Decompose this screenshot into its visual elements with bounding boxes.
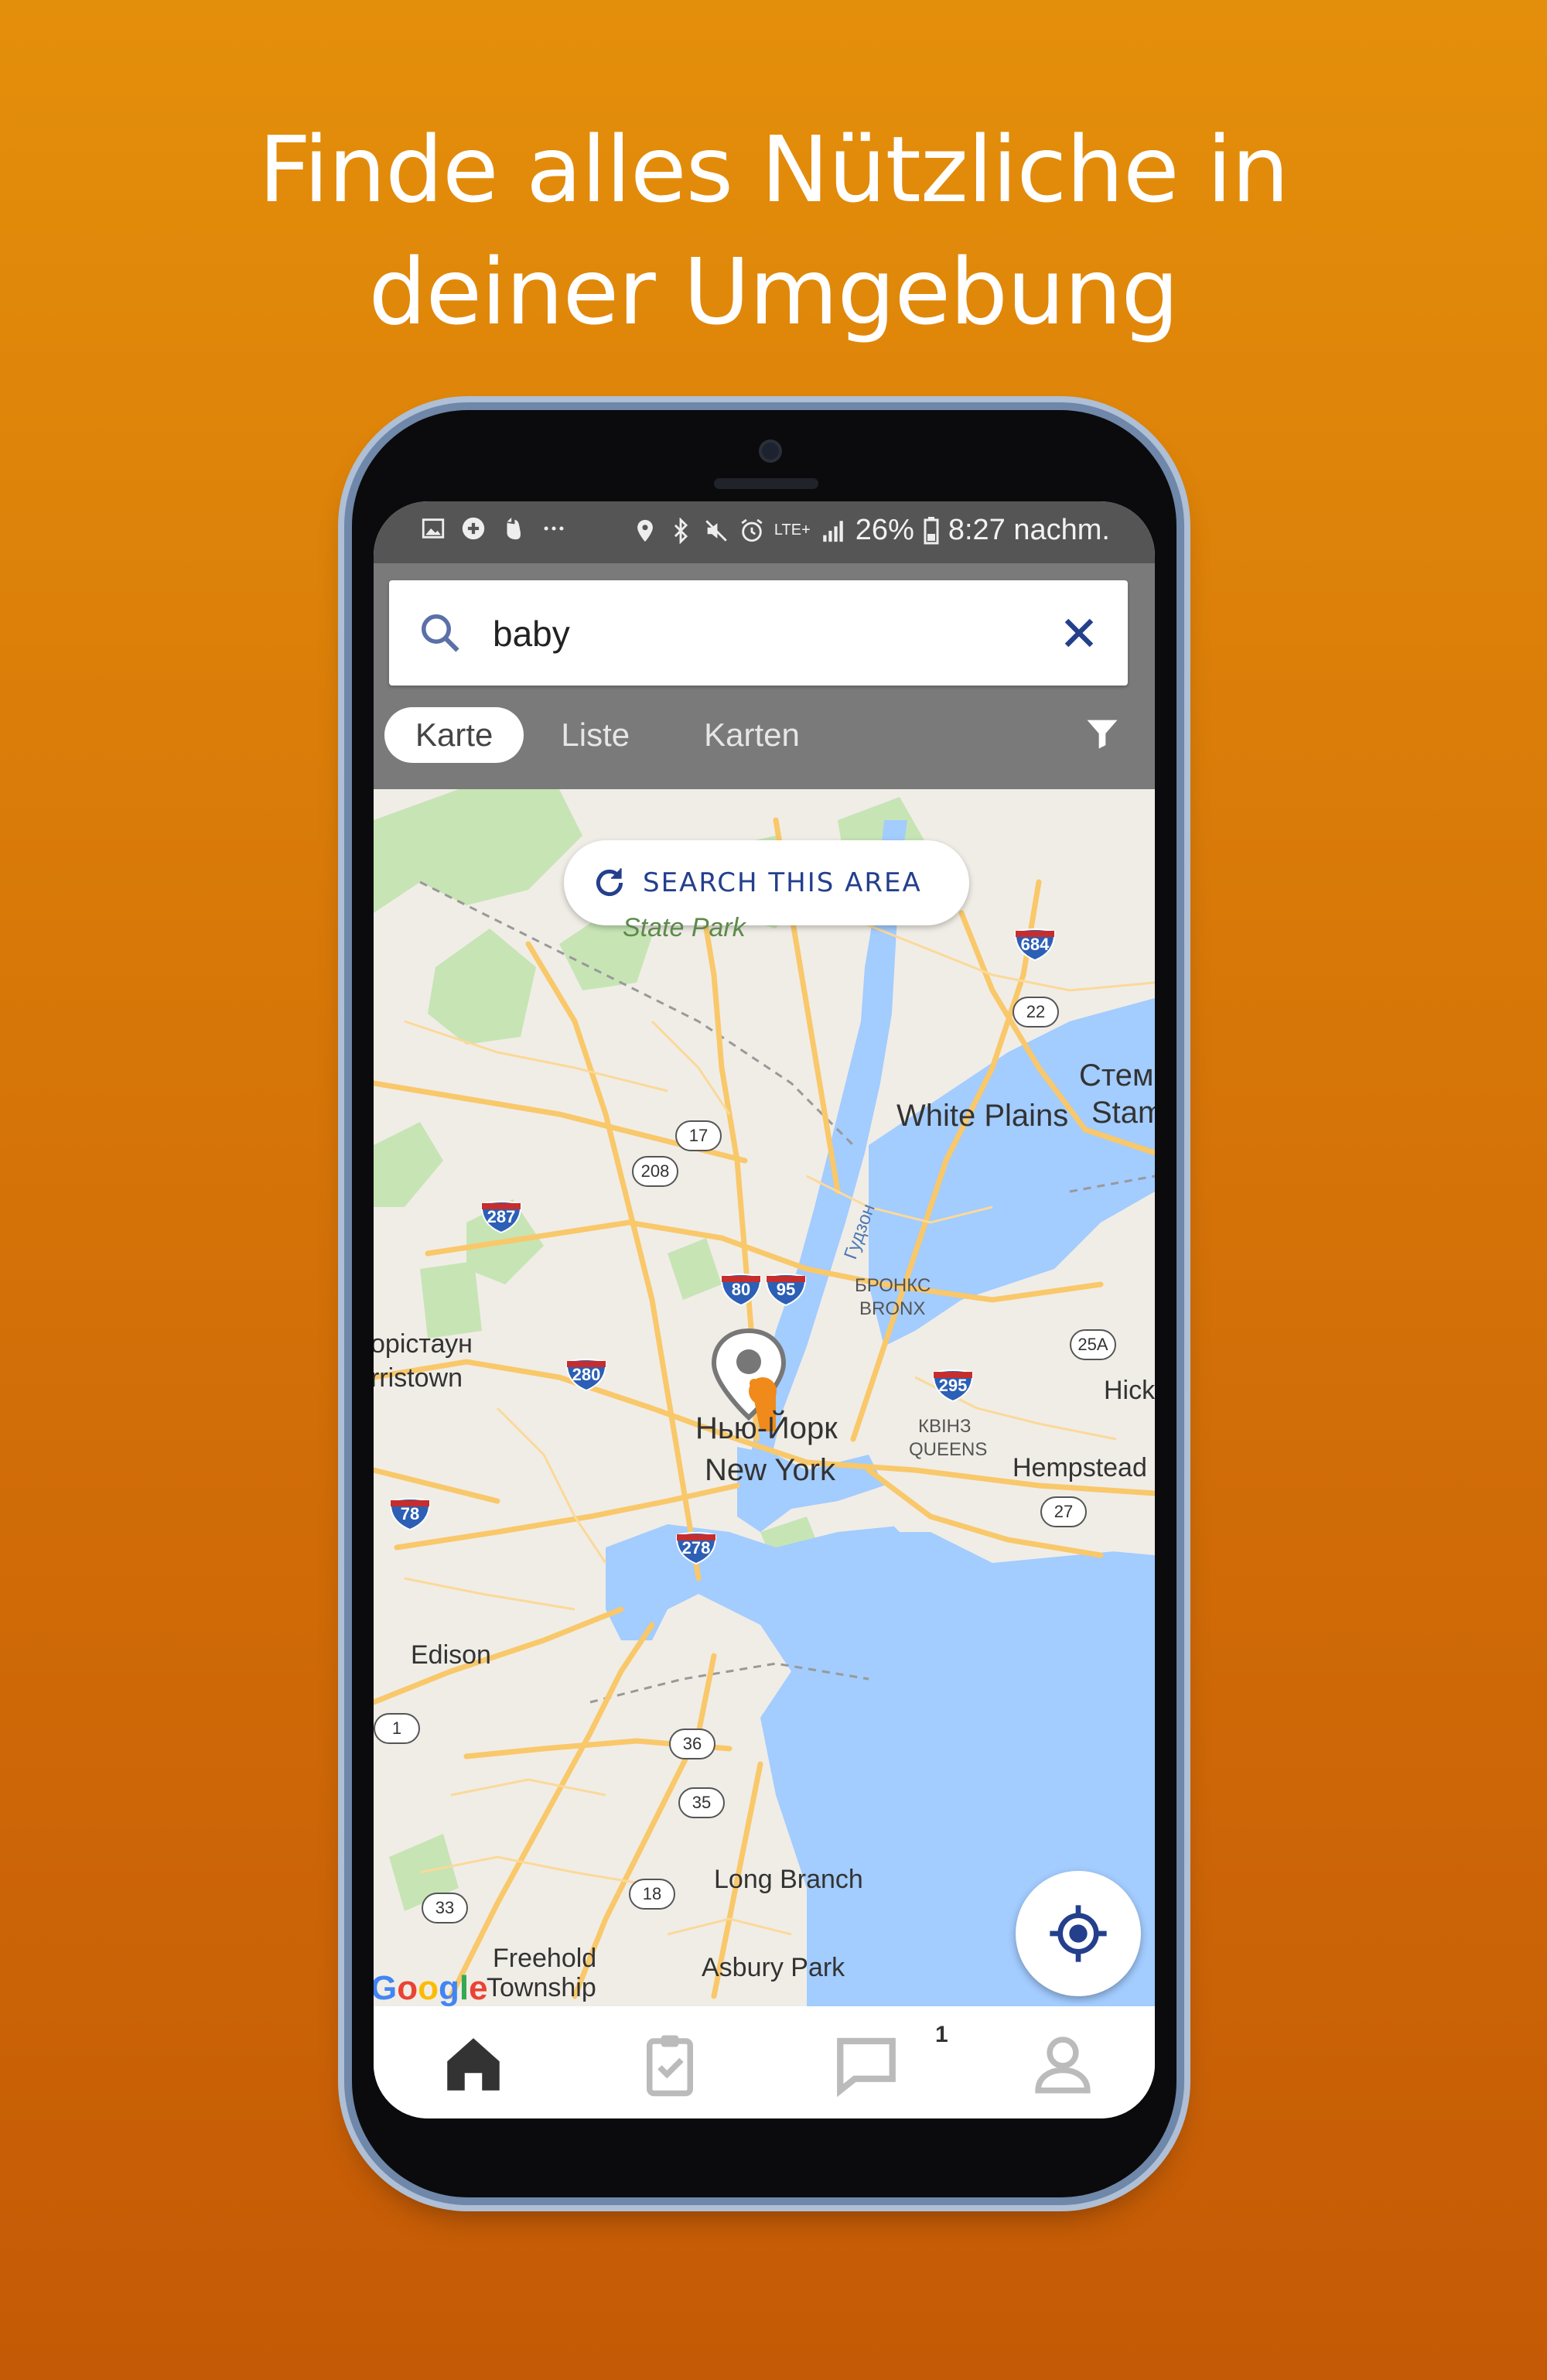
route-marker: 22: [1013, 997, 1059, 1028]
route-marker: 17: [675, 1120, 722, 1151]
map-label-freehold: Freehold: [493, 1944, 597, 1973]
mute-icon: [705, 519, 727, 542]
phone-screen: LTE+ 26% 8:27 nachm. Karte Liste Karten: [374, 501, 1155, 2118]
interstate-shield: 684: [1014, 928, 1056, 961]
chat-icon[interactable]: [832, 2029, 901, 2099]
map-view[interactable]: SEARCH THIS AREA State Park White Plains…: [374, 789, 1155, 2006]
map-label-morristown-ru: орістаун: [374, 1329, 473, 1359]
interstate-shield: 78: [389, 1498, 431, 1530]
map-label-township: Township: [487, 1973, 596, 2002]
headline-line-1: Finde alles Nützliche in: [258, 116, 1289, 223]
map-label-bronx: BRONX: [859, 1298, 926, 1319]
tab-liste[interactable]: Liste: [524, 707, 667, 763]
front-camera: [762, 443, 779, 460]
interstate-shield: 280: [565, 1359, 607, 1391]
map-label-bronx-ru: БРОНКС: [855, 1275, 931, 1296]
map-canvas: [374, 789, 1155, 2006]
map-label-white-plains: White Plains: [896, 1099, 1069, 1133]
route-marker: 35: [678, 1787, 725, 1818]
route-marker: 25A: [1070, 1329, 1116, 1360]
search-icon: [422, 614, 459, 652]
interstate-shield: 80: [720, 1274, 762, 1306]
view-tabs: Karte Liste Karten: [384, 706, 837, 764]
image-icon: [422, 518, 445, 539]
map-label-queens-ru: КВІНЗ: [918, 1416, 972, 1437]
refresh-icon: [596, 868, 623, 897]
my-location-icon: [1050, 1905, 1107, 1962]
route-marker: 33: [422, 1893, 468, 1923]
app-header: Karte Liste Karten: [374, 563, 1155, 789]
bluetooth-icon: [674, 517, 688, 544]
interstate-shield: 287: [480, 1201, 522, 1233]
interstate-shield: 95: [765, 1274, 807, 1306]
battery-percent: 26%: [855, 514, 914, 546]
bottom-navigation: 1: [374, 2006, 1155, 2118]
route-marker: 27: [1040, 1496, 1087, 1527]
route-marker: 1: [374, 1713, 420, 1744]
alarm-icon: [741, 518, 763, 542]
signal-icon: [823, 520, 843, 542]
phone-frame: LTE+ 26% 8:27 nachm. Karte Liste Karten: [352, 410, 1176, 2197]
search-this-area-label: SEARCH THIS AREA: [643, 867, 922, 898]
home-icon[interactable]: [439, 2029, 508, 2099]
more-dots-icon: [544, 526, 564, 531]
interstate-shield: 295: [932, 1370, 974, 1402]
map-label-stamford-ru: Стемф: [1079, 1058, 1155, 1093]
map-label-hempstead: Hempstead: [1013, 1453, 1147, 1482]
route-marker: 208: [632, 1156, 678, 1187]
clock: 8:27 nachm.: [948, 514, 1110, 546]
map-label-morristown: rristown: [374, 1363, 463, 1393]
interstate-shield: 278: [675, 1532, 717, 1564]
map-label-queens: QUEENS: [909, 1439, 988, 1460]
clipboard-check-icon[interactable]: [635, 2029, 705, 2099]
evernote-icon: [507, 517, 521, 540]
chat-badge: 1: [935, 2022, 948, 2047]
route-marker: 18: [629, 1879, 675, 1910]
filter-icon[interactable]: [1082, 713, 1122, 754]
map-label-state-park: State Park: [623, 913, 746, 942]
map-label-new-york: New York: [705, 1453, 835, 1487]
profile-icon[interactable]: [1028, 2029, 1098, 2099]
earpiece-speaker: [714, 478, 818, 489]
status-bar: LTE+ 26% 8:27 nachm.: [374, 501, 1155, 563]
map-label-new-york-ru: Нью-Йорк: [695, 1411, 838, 1445]
close-icon[interactable]: [1054, 608, 1104, 658]
headline: Finde alles Nützliche in deiner Umgebung: [0, 108, 1547, 353]
tab-karte[interactable]: Karte: [384, 707, 524, 763]
my-location-button[interactable]: [1016, 1871, 1141, 1996]
map-label-asbury-park: Asbury Park: [702, 1953, 845, 1982]
map-label-hicksville: Hick: [1104, 1376, 1155, 1405]
tab-karten[interactable]: Karten: [667, 707, 837, 763]
headline-line-2: deiner Umgebung: [368, 238, 1180, 345]
lte-indicator: LTE+: [774, 521, 811, 539]
plus-circle-icon: [462, 517, 485, 540]
search-bar[interactable]: [389, 580, 1128, 686]
map-label-long-branch: Long Branch: [714, 1865, 863, 1894]
route-marker: 36: [669, 1729, 715, 1759]
map-label-stamford: Stam: [1091, 1096, 1155, 1130]
location-icon: [637, 519, 653, 542]
battery-icon: [924, 516, 939, 544]
map-label-edison: Edison: [411, 1640, 491, 1670]
google-logo: Google: [374, 1969, 488, 2006]
search-input[interactable]: [491, 602, 1036, 665]
